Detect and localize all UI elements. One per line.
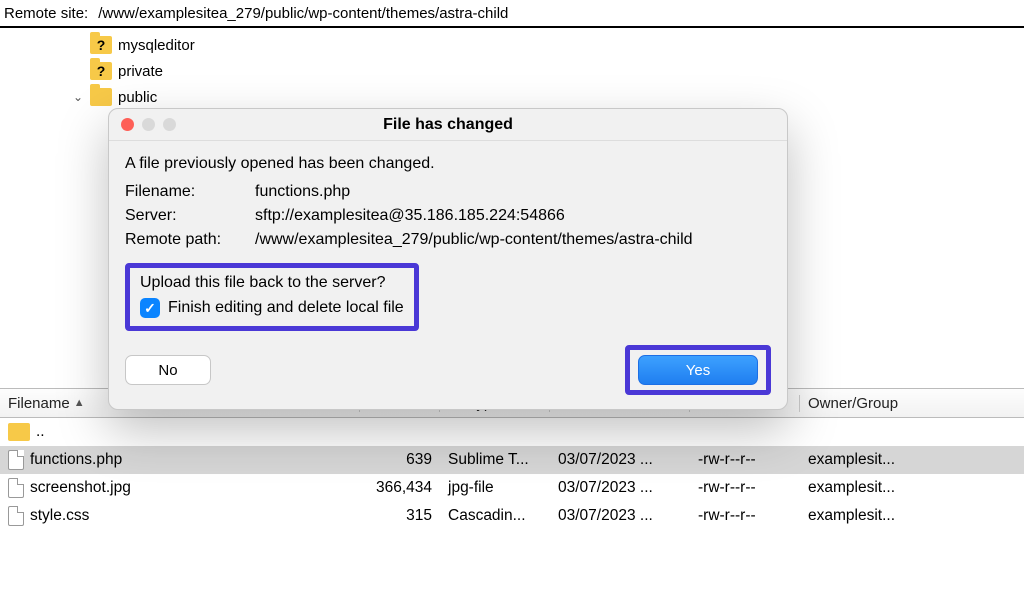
file-owner: examplesit... bbox=[800, 479, 1024, 497]
folder-unknown-icon: ? bbox=[90, 36, 112, 54]
remote-site-label: Remote site: bbox=[4, 5, 88, 22]
dialog-details: Filename: functions.php Server: sftp://e… bbox=[125, 183, 771, 249]
yes-button-highlight: Yes bbox=[625, 345, 771, 395]
tree-item[interactable]: ? private bbox=[0, 58, 1024, 84]
file-type: jpg-file bbox=[440, 479, 550, 497]
chevron-down-icon[interactable]: ⌄ bbox=[72, 91, 84, 103]
value-remote-path: /www/examplesitea_279/public/wp-content/… bbox=[255, 231, 771, 249]
yes-button[interactable]: Yes bbox=[638, 355, 758, 385]
checkbox-label: Finish editing and delete local file bbox=[168, 299, 404, 317]
file-owner: examplesit... bbox=[800, 507, 1024, 525]
tree-item[interactable]: ? mysqleditor bbox=[0, 32, 1024, 58]
file-name: screenshot.jpg bbox=[30, 479, 131, 497]
file-row[interactable]: screenshot.jpg 366,434 jpg-file 03/07/20… bbox=[0, 474, 1024, 502]
folder-icon bbox=[90, 88, 112, 106]
file-row[interactable]: style.css 315 Cascadin... 03/07/2023 ...… bbox=[0, 502, 1024, 530]
dialog-titlebar[interactable]: File has changed bbox=[109, 109, 787, 141]
file-size: 366,434 bbox=[360, 479, 440, 497]
file-size: 639 bbox=[360, 451, 440, 469]
file-type: Cascadin... bbox=[440, 507, 550, 525]
label-filename: Filename: bbox=[125, 183, 245, 201]
remote-site-bar: Remote site: /www/examplesitea_279/publi… bbox=[0, 0, 1024, 28]
checkbox-checked-icon: ✓ bbox=[140, 298, 160, 318]
file-list: .. functions.php 639 Sublime T... 03/07/… bbox=[0, 418, 1024, 530]
column-owner-group[interactable]: Owner/Group bbox=[800, 395, 1024, 412]
upload-question-group: Upload this file back to the server? ✓ F… bbox=[125, 263, 419, 331]
file-permissions: -rw-r--r-- bbox=[690, 479, 800, 497]
file-changed-dialog: File has changed A file previously opene… bbox=[108, 108, 788, 410]
file-modified: 03/07/2023 ... bbox=[550, 451, 690, 469]
tree-item-label: public bbox=[118, 89, 157, 106]
file-permissions: -rw-r--r-- bbox=[690, 451, 800, 469]
zoom-icon bbox=[163, 118, 176, 131]
dialog-message: A file previously opened has been change… bbox=[125, 155, 771, 173]
file-name: style.css bbox=[30, 507, 89, 525]
file-modified: 03/07/2023 ... bbox=[550, 479, 690, 497]
label-server: Server: bbox=[125, 207, 245, 225]
parent-directory-label: .. bbox=[36, 423, 45, 441]
upload-question: Upload this file back to the server? bbox=[140, 274, 404, 292]
folder-unknown-icon: ? bbox=[90, 62, 112, 80]
file-icon bbox=[8, 450, 24, 470]
value-server: sftp://examplesitea@35.186.185.224:54866 bbox=[255, 207, 771, 225]
dialog-title: File has changed bbox=[109, 116, 787, 134]
file-permissions: -rw-r--r-- bbox=[690, 507, 800, 525]
file-size: 315 bbox=[360, 507, 440, 525]
file-icon bbox=[8, 478, 24, 498]
tree-item[interactable]: ⌄ public bbox=[0, 84, 1024, 110]
value-filename: functions.php bbox=[255, 183, 771, 201]
file-owner: examplesit... bbox=[800, 451, 1024, 469]
tree-item-label: mysqleditor bbox=[118, 37, 195, 54]
no-button[interactable]: No bbox=[125, 355, 211, 385]
minimize-icon bbox=[142, 118, 155, 131]
close-icon[interactable] bbox=[121, 118, 134, 131]
file-icon bbox=[8, 506, 24, 526]
file-modified: 03/07/2023 ... bbox=[550, 507, 690, 525]
label-remote-path: Remote path: bbox=[125, 231, 245, 249]
parent-directory-row[interactable]: .. bbox=[0, 418, 1024, 446]
file-row[interactable]: functions.php 639 Sublime T... 03/07/202… bbox=[0, 446, 1024, 474]
folder-up-icon bbox=[8, 423, 30, 441]
remote-site-path-input[interactable]: /www/examplesitea_279/public/wp-content/… bbox=[94, 3, 1020, 24]
sort-ascending-icon: ▲ bbox=[74, 397, 85, 409]
finish-editing-checkbox[interactable]: ✓ Finish editing and delete local file bbox=[140, 298, 404, 318]
window-controls bbox=[109, 118, 176, 131]
tree-item-label: private bbox=[118, 63, 163, 80]
file-type: Sublime T... bbox=[440, 451, 550, 469]
file-name: functions.php bbox=[30, 451, 122, 469]
